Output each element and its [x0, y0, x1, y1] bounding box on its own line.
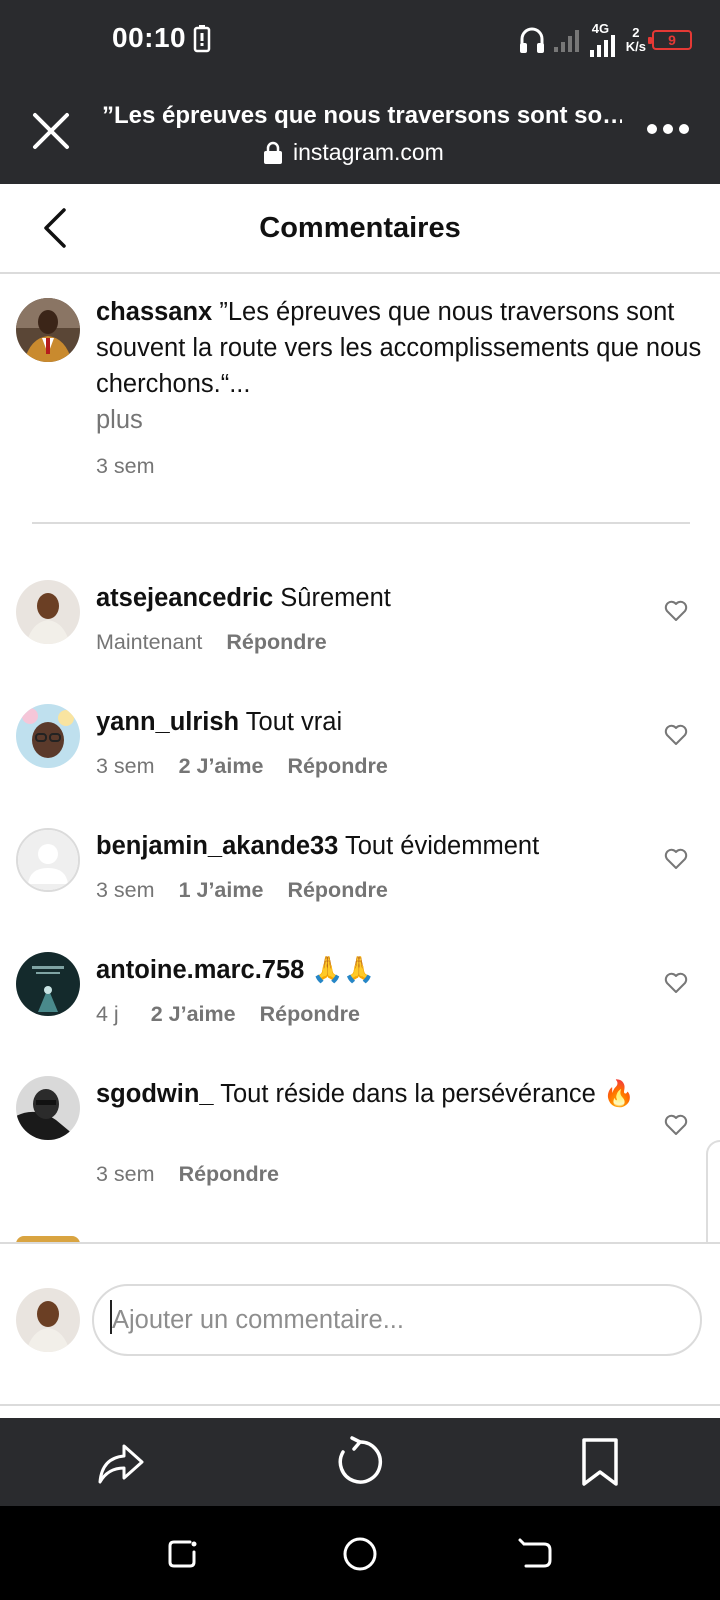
battery-saver-icon — [193, 25, 211, 53]
comment-time: 3 sem — [96, 754, 155, 778]
headphones-icon — [519, 27, 544, 53]
heart-outline-icon[interactable] — [664, 848, 688, 870]
header-title: Commentaires — [259, 212, 461, 244]
page-title: ”Les épreuves que nous traversons sont s… — [102, 102, 622, 129]
battery-indicator: 9 — [648, 30, 692, 50]
comment-username[interactable]: yann_ulrish — [96, 708, 239, 736]
comment-text: atsejeancedric Sûrement — [96, 580, 636, 616]
reply-button[interactable]: Répondre — [287, 754, 387, 779]
heart-outline-icon[interactable] — [664, 972, 688, 994]
avatar[interactable] — [16, 704, 80, 768]
back-icon[interactable] — [516, 1534, 556, 1574]
comment-username[interactable]: sgodwin_ — [96, 1080, 214, 1108]
comment-username[interactable]: antoine.marc.758 — [96, 956, 304, 984]
comment-composer — [0, 1244, 720, 1404]
avatar[interactable] — [16, 828, 80, 892]
comment-input[interactable] — [92, 1284, 702, 1356]
comment-time: 3 sem — [96, 1162, 155, 1186]
network-speed: 2 K/s — [625, 25, 646, 54]
comment-meta: Maintenant Répondre — [96, 630, 327, 655]
status-icons: 4G 2 K/s 9 — [518, 18, 692, 62]
comment-body: 🙏🙏 — [311, 956, 375, 984]
lock-icon — [264, 141, 282, 164]
comment-time: Maintenant — [96, 630, 203, 654]
signal-4g-icon: 4G — [588, 22, 620, 58]
caption-time: 3 sem — [96, 454, 155, 478]
comment-likes[interactable]: 1 J’aime — [179, 878, 264, 903]
comment-time: 3 sem — [96, 878, 155, 902]
signal-weak-icon — [553, 30, 579, 52]
comment-username[interactable]: benjamin_akande33 — [96, 832, 338, 860]
comment-meta: 4 j 2 J’aime Répondre — [96, 1002, 360, 1027]
reply-button[interactable]: Répondre — [260, 1002, 360, 1027]
status-time: 00:10 — [112, 22, 187, 53]
reload-icon[interactable] — [334, 1436, 386, 1488]
comment-meta: 3 sem 1 J’aime Répondre — [96, 878, 388, 903]
comment-likes[interactable]: 2 J’aime — [151, 1002, 236, 1027]
system-nav-bar — [0, 1506, 720, 1600]
comment-meta: 3 sem 2 J’aime Répondre — [96, 754, 388, 779]
heart-outline-icon[interactable] — [664, 724, 688, 746]
comment-time: 4 j — [96, 1002, 119, 1026]
caption-text: chassanx ”Les épreuves que nous traverso… — [96, 294, 716, 402]
browser-bar: ”Les épreuves que nous traversons sont s… — [0, 82, 720, 184]
close-icon[interactable] — [30, 110, 72, 152]
reply-button[interactable]: Répondre — [226, 630, 326, 655]
status-bar: 00:10 4G 2 K/s 9 — [0, 0, 720, 82]
comment-body: Tout réside dans la persévérance 🔥 — [220, 1080, 635, 1108]
text-cursor — [110, 1300, 112, 1334]
caption-username[interactable]: chassanx — [96, 298, 212, 326]
comment-body: Sûrement — [280, 584, 391, 612]
avatar[interactable] — [16, 952, 80, 1016]
comment-text: antoine.marc.758 🙏🙏 — [96, 952, 636, 988]
reply-button[interactable]: Répondre — [179, 1162, 279, 1187]
heart-outline-icon[interactable] — [664, 600, 688, 622]
home-icon[interactable] — [340, 1534, 380, 1574]
url-display[interactable]: instagram.com — [263, 139, 444, 166]
caption-divider — [32, 522, 690, 524]
avatar[interactable] — [16, 580, 80, 644]
comment-username[interactable]: atsejeancedric — [96, 584, 273, 612]
comment-text: yann_ulrish Tout vrai — [96, 704, 636, 740]
caption-more-link[interactable]: plus — [96, 406, 143, 435]
comment-likes[interactable]: 2 J’aime — [179, 754, 264, 779]
comment-body: Tout vrai — [245, 708, 343, 736]
comment-body: Tout évidemment — [345, 832, 540, 860]
comment-text: benjamin_akande33 Tout évidemment — [96, 828, 636, 864]
more-dots-icon[interactable] — [646, 122, 690, 136]
url-text: instagram.com — [293, 139, 444, 165]
avatar[interactable] — [16, 1076, 80, 1140]
reply-button[interactable]: Répondre — [287, 878, 387, 903]
heart-outline-icon[interactable] — [664, 1114, 688, 1136]
avatar[interactable] — [16, 298, 80, 362]
comment-meta: 3 sem Répondre — [96, 1162, 279, 1187]
comments-header: Commentaires — [0, 184, 720, 274]
bookmark-icon[interactable] — [574, 1436, 626, 1488]
recent-apps-icon[interactable] — [164, 1534, 204, 1574]
composer-bottom-divider — [0, 1404, 720, 1406]
comment-text: sgodwin_ Tout réside dans la persévéranc… — [96, 1076, 636, 1112]
share-icon[interactable] — [94, 1436, 146, 1488]
avatar — [16, 1288, 80, 1352]
browser-toolbar — [0, 1418, 720, 1506]
